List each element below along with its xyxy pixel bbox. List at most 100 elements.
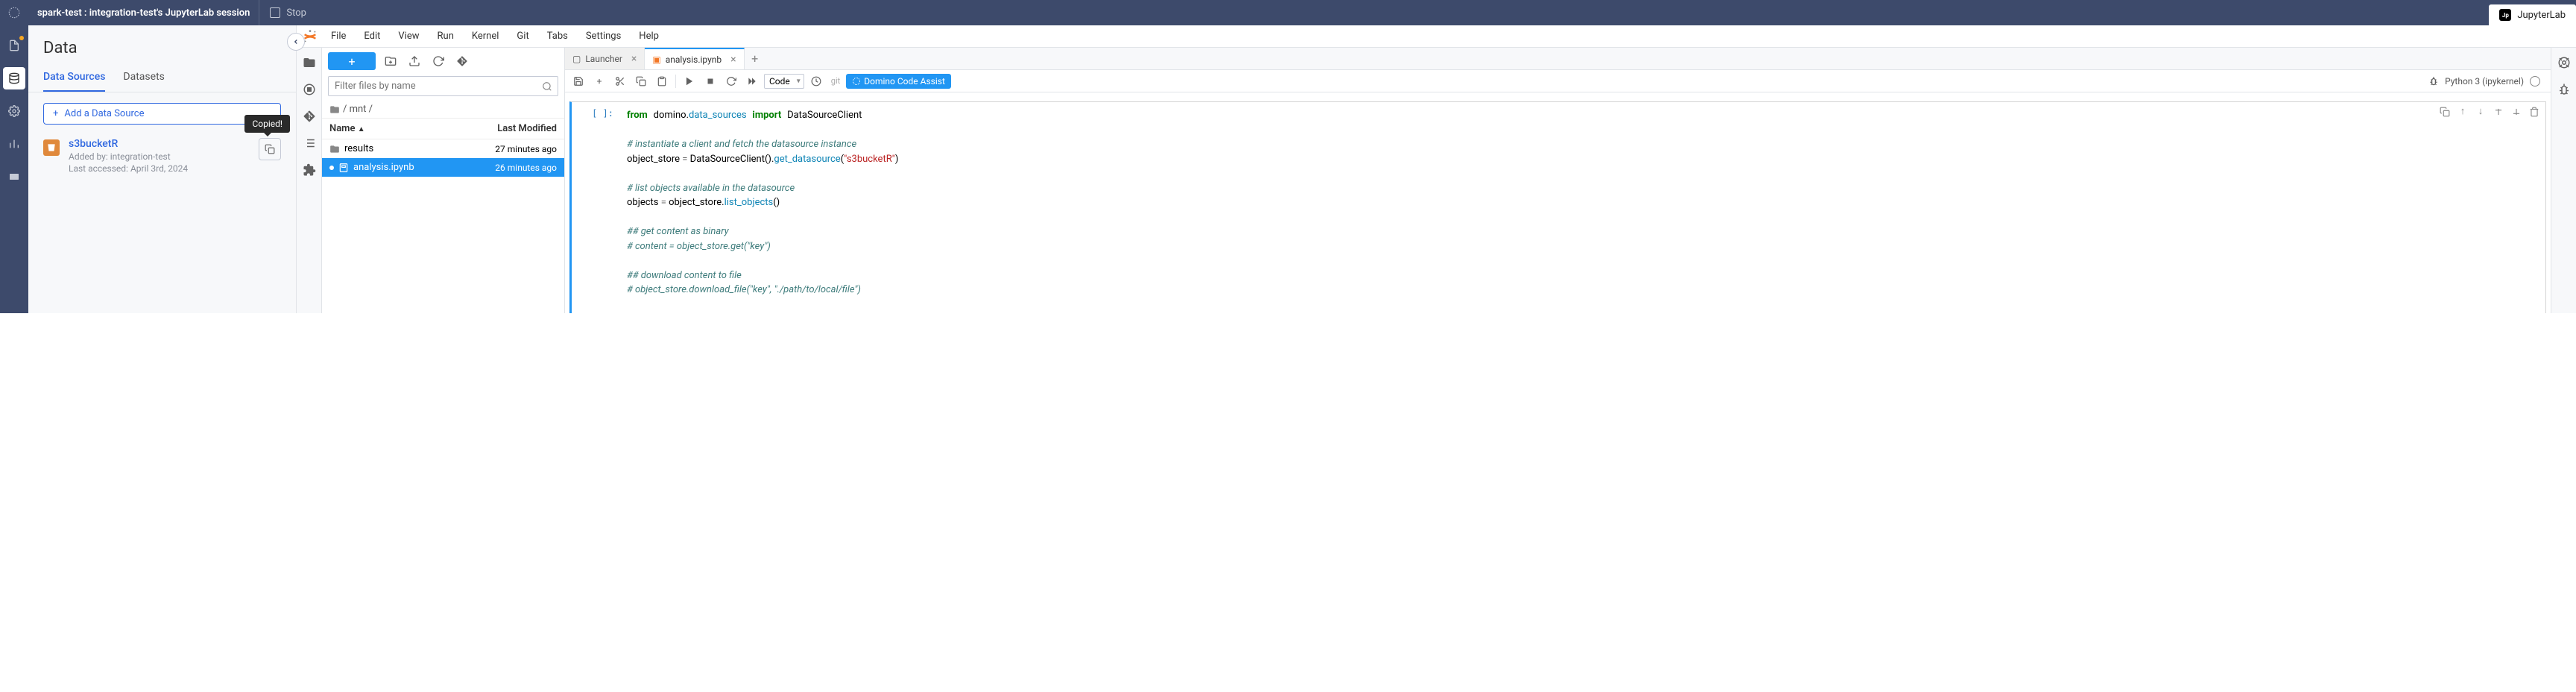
git-status[interactable]: git	[828, 76, 843, 86]
data-source-item[interactable]: s3bucketR Added by: integration-test Las…	[28, 135, 296, 177]
file-modified: 27 minutes ago	[495, 144, 557, 154]
move-down-icon[interactable]: ↓	[2474, 105, 2487, 119]
add-tab-button[interactable]: +	[745, 48, 765, 69]
data-source-last-accessed: Last accessed: April 3rd, 2024	[69, 163, 188, 174]
extensions-icon[interactable]	[299, 160, 320, 180]
restart-button[interactable]	[722, 72, 740, 90]
rail-item-card[interactable]	[3, 166, 25, 188]
debugger-icon[interactable]	[2554, 79, 2575, 100]
git-icon[interactable]	[299, 106, 320, 127]
file-row[interactable]: analysis.ipynb26 minutes ago	[322, 158, 564, 177]
upload-button[interactable]	[405, 52, 423, 70]
stop-kernel-button[interactable]	[701, 72, 719, 90]
running-icon[interactable]	[299, 79, 320, 100]
data-panel: Data Data Sources Datasets + Add a Data …	[28, 25, 297, 313]
tab-datasets[interactable]: Datasets	[123, 63, 164, 92]
menu-run[interactable]: Run	[430, 28, 461, 45]
new-folder-button[interactable]	[382, 52, 400, 70]
rail-item-data[interactable]	[3, 67, 25, 89]
code-assist-button[interactable]: Domino Code Assist	[846, 74, 951, 89]
kernel-name: Python 3 (ipykernel)	[2445, 76, 2524, 86]
duplicate-cell-icon[interactable]	[2438, 105, 2452, 119]
menu-view[interactable]: View	[391, 28, 426, 45]
menubar: FileEditViewRunKernelGitTabsSettingsHelp	[297, 25, 2576, 48]
tab-launcher[interactable]: ▢ Launcher ×	[565, 48, 645, 69]
menu-settings[interactable]: Settings	[578, 28, 628, 45]
notebook-icon: ▣	[652, 54, 660, 65]
fb-header: Name ▲ Last Modified	[322, 118, 564, 139]
new-launcher-button[interactable]: +	[328, 52, 376, 70]
menu-file[interactable]: File	[323, 28, 353, 45]
domino-logo-icon	[0, 6, 28, 19]
kernel-indicator[interactable]: Python 3 (ipykernel)	[2428, 76, 2546, 86]
refresh-button[interactable]	[429, 52, 447, 70]
property-inspector-icon[interactable]	[2554, 52, 2575, 73]
menu-edit[interactable]: Edit	[356, 28, 388, 45]
cell-type-select[interactable]: Code	[764, 74, 804, 89]
collapse-button[interactable]	[287, 33, 305, 51]
rail-item-settings[interactable]	[3, 100, 25, 122]
workspace-tab-label: JupyterLab	[2517, 10, 2566, 21]
copy-button[interactable]	[632, 72, 650, 90]
save-button[interactable]	[569, 72, 587, 90]
code-assist-label: Domino Code Assist	[864, 76, 945, 86]
cell-editor[interactable]: ↑↓from domino.data_sources import DataSo…	[619, 102, 2545, 313]
close-icon[interactable]: ×	[631, 53, 637, 65]
menu-git[interactable]: Git	[509, 28, 536, 45]
file-browser: + / mnt / Name ▲	[322, 48, 565, 313]
launcher-icon: ▢	[572, 54, 581, 64]
git-toolbar-button[interactable]	[453, 52, 471, 70]
toc-icon[interactable]	[299, 133, 320, 154]
session-title: spark-test : integration-test's JupyterL…	[28, 7, 259, 19]
copy-snippet-button[interactable]	[259, 138, 281, 160]
jupyterlab: FileEditViewRunKernelGitTabsSettingsHelp…	[297, 25, 2576, 313]
filebrowser-icon[interactable]	[299, 52, 320, 73]
topbar: spark-test : integration-test's JupyterL…	[0, 0, 2576, 25]
tab-analysis[interactable]: ▣ analysis.ipynb ×	[645, 48, 744, 69]
timing-button[interactable]	[807, 72, 825, 90]
stop-label: Stop	[286, 7, 306, 19]
add-cell-button[interactable]: +	[590, 72, 608, 90]
data-source-info: s3bucketR Added by: integration-test Las…	[69, 138, 188, 174]
cell-prompt: [ ]:	[572, 102, 619, 313]
cut-button[interactable]	[611, 72, 629, 90]
tab-launcher-label: Launcher	[585, 54, 622, 64]
fb-header-name[interactable]: Name ▲	[329, 123, 497, 134]
data-panel-tabs: Data Sources Datasets	[28, 63, 296, 92]
delete-cell-icon[interactable]	[2528, 105, 2541, 119]
fb-header-modified[interactable]: Last Modified	[497, 123, 557, 134]
data-source-name: s3bucketR	[69, 138, 188, 150]
menu-tabs[interactable]: Tabs	[540, 28, 575, 45]
kernel-status-icon	[2530, 76, 2540, 86]
rail-item-metrics[interactable]	[3, 133, 25, 155]
file-name: results	[344, 143, 373, 154]
document-tabs: ▢ Launcher × ▣ analysis.ipynb × +	[565, 48, 2551, 70]
tab-analysis-label: analysis.ipynb	[666, 54, 722, 65]
paste-button[interactable]	[653, 72, 671, 90]
app-root: spark-test : integration-test's JupyterL…	[0, 0, 2576, 313]
run-button[interactable]	[681, 72, 698, 90]
stop-button[interactable]: Stop	[259, 7, 317, 19]
close-icon[interactable]: ×	[730, 54, 736, 66]
rail-item-files[interactable]	[3, 34, 25, 57]
insert-below-icon[interactable]	[2510, 105, 2523, 119]
notebook-toolbar: + Code git Domino	[565, 70, 2551, 92]
s3-icon	[43, 139, 60, 156]
notebook-icon	[338, 163, 349, 173]
breadcrumb[interactable]: / mnt /	[322, 101, 564, 118]
file-row[interactable]: results 27 minutes ago	[322, 139, 564, 158]
menu-kernel[interactable]: Kernel	[464, 28, 507, 45]
workspace-tab[interactable]: Jp JupyterLab	[2489, 4, 2576, 25]
file-modified: 26 minutes ago	[495, 163, 557, 173]
restart-run-all-button[interactable]	[743, 72, 761, 90]
move-up-icon[interactable]: ↑	[2456, 105, 2469, 119]
breadcrumb-path: / mnt /	[343, 104, 373, 115]
tab-data-sources[interactable]: Data Sources	[43, 63, 105, 92]
menu-help[interactable]: Help	[631, 28, 666, 45]
file-filter-input[interactable]	[328, 76, 558, 96]
file-filter	[328, 76, 558, 96]
main-body: Data Data Sources Datasets + Add a Data …	[0, 25, 2576, 313]
insert-above-icon[interactable]	[2492, 105, 2505, 119]
data-source-added-by: Added by: integration-test	[69, 151, 188, 162]
code-cell[interactable]: [ ]: ↑↓from domino.data_sources import D…	[569, 101, 2546, 313]
